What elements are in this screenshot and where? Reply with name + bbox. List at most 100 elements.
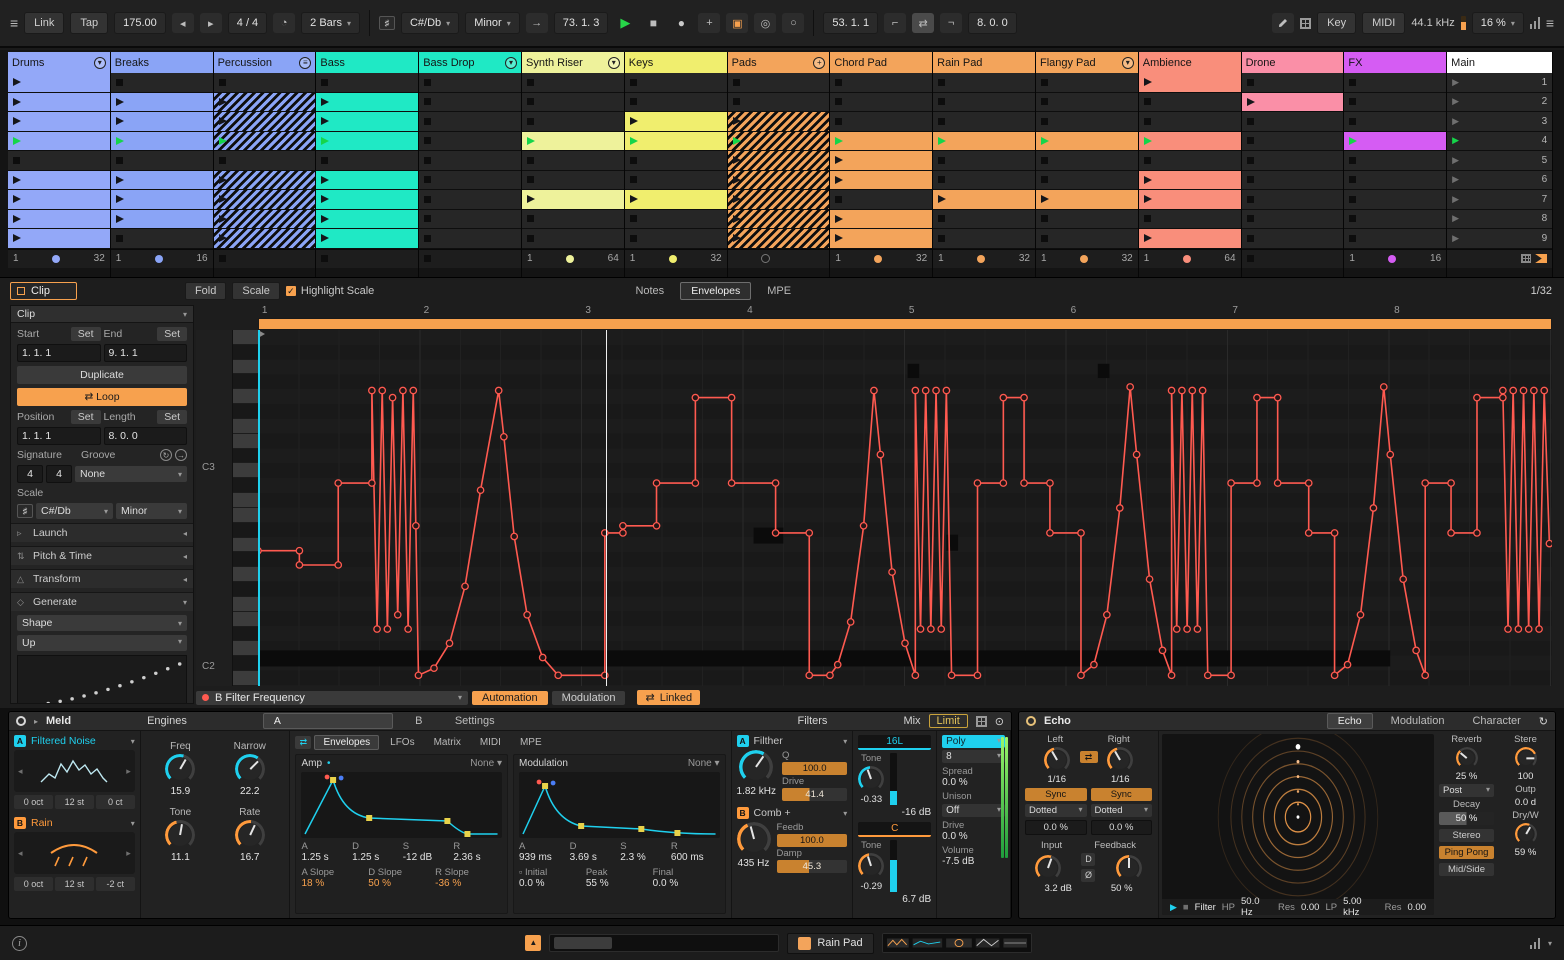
clip-slot[interactable] (1344, 73, 1447, 93)
scale-name-menu[interactable]: Minor ▾ (465, 12, 520, 34)
hp-res-field[interactable]: 0.00 (1301, 902, 1320, 913)
nudge-down-button[interactable]: ◂ (171, 13, 194, 33)
follow-button[interactable]: → (525, 13, 548, 33)
metronome-button[interactable]: ◔ (273, 13, 296, 33)
voice-mode-menu[interactable]: Poly ▾ (942, 735, 1005, 748)
clip-slot[interactable] (316, 131, 419, 151)
mode-mid-side-button[interactable]: Mid/Side (1439, 863, 1494, 876)
set-end-button[interactable]: Set (157, 327, 187, 341)
filter-b-selector[interactable]: B Comb + ▾ (736, 807, 847, 819)
device-view-toggle[interactable]: ▲ (525, 935, 542, 951)
selected-clip-chip[interactable]: Rain Pad (787, 932, 874, 954)
mix-b-volume-value[interactable]: 6.7 dB (858, 894, 931, 905)
peak-field[interactable]: 55 % (586, 878, 653, 889)
clip-slot[interactable] (1035, 131, 1138, 151)
final-field[interactable]: 0.0 % (653, 878, 720, 889)
tap-tempo-button[interactable]: Tap (70, 12, 109, 34)
clip-slot[interactable] (933, 131, 1035, 151)
mode-ping-pong-button[interactable]: Ping Pong (1439, 846, 1494, 859)
dry-wet-value[interactable]: 59 % (1515, 847, 1537, 858)
echo-tab[interactable]: Echo (1326, 713, 1373, 729)
modulation-tab[interactable]: Modulation (551, 690, 626, 705)
input-gain-knob[interactable] (1035, 854, 1062, 881)
clip-slot[interactable] (8, 73, 110, 93)
punch-in-button[interactable]: ⌐ (884, 13, 907, 33)
tab-lfos[interactable]: LFOs (382, 736, 422, 749)
clip-slot[interactable] (213, 209, 316, 229)
automation-tab[interactable]: Automation (472, 690, 548, 705)
track-header[interactable]: Synth Riser ▾ (521, 52, 624, 73)
clip-slot[interactable] (213, 73, 316, 93)
left-sync-mode-menu[interactable]: Dotted ▾ (1025, 804, 1087, 817)
pan-a-field[interactable]: 16L (858, 735, 932, 750)
clip-slot[interactable] (1035, 73, 1138, 93)
clip-slot[interactable] (830, 209, 933, 229)
d-slope-field[interactable]: 50 % (368, 878, 435, 889)
extract-groove-icon[interactable]: → (175, 449, 187, 461)
filter-display-toggle[interactable]: ▶ (1170, 902, 1177, 913)
clip-scale-name-menu[interactable]: Minor ▾ (116, 503, 187, 519)
capture-midi-button[interactable]: ◎ (754, 13, 777, 33)
dry-wet-knob[interactable] (1514, 823, 1537, 845)
device-on-icon[interactable] (16, 716, 26, 726)
clip-slot[interactable] (624, 151, 727, 171)
narrow-knob[interactable] (234, 754, 265, 784)
clip-slot[interactable] (1344, 92, 1447, 112)
midi-map-button[interactable]: MIDI (1362, 12, 1406, 34)
clip-slot[interactable] (1138, 190, 1241, 210)
stop-button[interactable]: ■ (642, 13, 664, 33)
clip-slot[interactable] (213, 229, 316, 249)
clip-slot[interactable] (521, 170, 624, 190)
clip-slot[interactable] (1138, 151, 1241, 171)
clip-slot[interactable] (1241, 209, 1344, 229)
lp-res-field[interactable]: 0.00 (1408, 902, 1427, 913)
r-slope-field[interactable]: -36 % (435, 878, 502, 889)
stereo-link-toggle[interactable]: ⇄ (1079, 751, 1098, 763)
new-button[interactable]: + (698, 13, 721, 33)
clip-slot[interactable] (727, 73, 830, 93)
a-slope-field[interactable]: 18 % (301, 878, 368, 889)
device-on-icon[interactable] (1026, 716, 1036, 726)
main-track-header[interactable]: Main (1447, 52, 1553, 73)
q-field[interactable]: 100.0 (781, 762, 848, 775)
clip-slot[interactable] (1344, 151, 1447, 171)
clip-slot[interactable] (316, 112, 419, 132)
left-offset-field[interactable]: 0.0 % (1025, 820, 1087, 835)
clip-slot[interactable] (933, 92, 1035, 112)
clip-slot[interactable] (933, 209, 1035, 229)
clip-slot[interactable] (419, 151, 521, 171)
clip-slot[interactable] (1241, 190, 1344, 210)
tempo-field[interactable]: 175.00 (114, 12, 166, 34)
clip-slot[interactable] (8, 190, 110, 210)
clip-slot[interactable] (727, 170, 830, 190)
clip-slot[interactable] (1241, 229, 1344, 249)
filter-a-selector[interactable]: A Filther ▾ (736, 735, 847, 747)
mix-a-volume-fader[interactable] (890, 753, 898, 805)
clip-slot[interactable] (727, 131, 830, 151)
pitch-time-section-header[interactable]: ⇅ Pitch & Time ◂ (11, 546, 193, 565)
filter-b-freq-value[interactable]: 435 Hz (738, 858, 770, 869)
transform-section-header[interactable]: △ Transform ◂ (11, 569, 193, 588)
clip-slot[interactable] (110, 73, 213, 93)
clip-slot[interactable] (1241, 73, 1344, 93)
reverb-knob[interactable] (1455, 747, 1478, 769)
mix-a-volume-value[interactable]: -16 dB (858, 807, 931, 818)
record-button[interactable]: ● (670, 13, 692, 33)
clip-slot[interactable] (933, 112, 1035, 132)
filter-b-freq-knob[interactable] (736, 822, 771, 856)
automation-curve[interactable] (258, 330, 1552, 686)
clip-slot[interactable] (213, 151, 316, 171)
clip-slot[interactable] (830, 190, 933, 210)
clip-slot[interactable] (521, 229, 624, 249)
mpe-tab[interactable]: MPE (757, 283, 801, 299)
track-header[interactable]: Chord Pad (830, 52, 933, 73)
clip-slot[interactable] (316, 151, 419, 171)
echo-visualizer[interactable]: ▶ ■ Filter HP 50.0 Hz Res 0.00 LP 5.00 kHz … (1162, 734, 1434, 915)
echo-character-tab[interactable]: Character (1462, 714, 1530, 728)
clip-slot[interactable] (1344, 112, 1447, 132)
overflow-menu-icon[interactable]: ≡ (1546, 15, 1554, 31)
loop-button[interactable]: ⇄ (912, 13, 935, 33)
clip-slot[interactable] (213, 92, 316, 112)
loop-start-field[interactable]: 53. 1. 1 (823, 12, 879, 34)
loop-position-field[interactable]: 1. 1. 1 (17, 427, 101, 445)
